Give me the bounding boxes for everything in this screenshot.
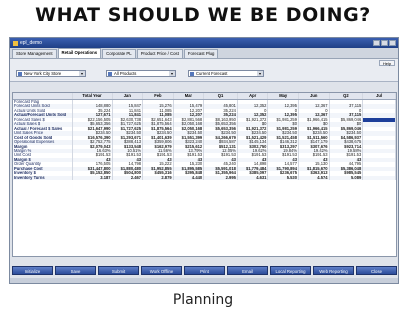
submit-button[interactable]: Submit (98, 265, 139, 275)
web-reporting-button[interactable]: Web Reporting (313, 265, 354, 275)
window-title: epl_demo (20, 40, 42, 46)
table-cell[interactable]: 2.879 (142, 175, 174, 181)
tab-strip: Store Management Retail Operations Corpora… (10, 48, 398, 59)
close-icon[interactable] (389, 40, 396, 46)
forecast-select-value: Current Forecast (196, 71, 228, 76)
save-button[interactable]: Save (55, 265, 96, 275)
row-label: Inventory Turns (13, 175, 73, 181)
help-button[interactable]: Help (379, 60, 395, 66)
bottom-toolbar: Initialize Save Submit Work Offline Print Ema… (12, 264, 397, 276)
slide-headline: WHAT SHOULD WE BE DOING? (35, 4, 371, 26)
window-titlebar: epl_demo (10, 38, 398, 48)
window-controls (373, 40, 398, 46)
tab-store-management[interactable]: Store Management (12, 49, 57, 58)
app-window: epl_demo Store Management Retail Operatio… (9, 37, 399, 284)
products-select-value: All Products (114, 71, 137, 76)
table-cell[interactable]: 4.440 (173, 175, 205, 181)
forecast-icon (190, 72, 194, 76)
minimize-icon[interactable] (373, 40, 380, 46)
table-cell[interactable]: 3.187 (72, 175, 113, 181)
email-button[interactable]: Email (227, 265, 268, 275)
chevron-down-icon[interactable]: ▾ (169, 71, 175, 76)
data-grid: Total Year Jan Feb Mar Q1 Apr May Jun Q2 Jul Fore… (12, 92, 397, 257)
chevron-down-icon[interactable]: ▾ (79, 71, 85, 76)
store-select[interactable]: New York City Store ▾ (16, 70, 86, 77)
sub-toolbar: Help (10, 59, 398, 67)
tab-product-price-cost[interactable]: Product Price / Cost (136, 49, 183, 58)
products-select[interactable]: All Products ▾ (106, 70, 176, 77)
products-icon (108, 72, 112, 76)
table-cell[interactable]: 2.995 (203, 175, 238, 181)
print-button[interactable]: Print (184, 265, 225, 275)
table-row: Inventory Turns 3.187 2.467 2.879 4.440 2.995… (13, 175, 396, 181)
store-select-value: New York City Store (24, 71, 62, 76)
close-button[interactable]: Close (356, 265, 397, 275)
status-bar (10, 278, 398, 283)
app-icon (13, 40, 18, 46)
tab-forecast-plug[interactable]: Forecast Plug (183, 49, 219, 58)
slide-caption: Planning (172, 292, 234, 308)
maximize-icon[interactable] (381, 40, 388, 46)
local-reporting-button[interactable]: Local Reporting (270, 265, 311, 275)
initialize-button[interactable]: Initialize (12, 265, 53, 275)
tab-corporate-pl[interactable]: Corporate PL (102, 49, 136, 58)
tab-retail-operations[interactable]: Retail Operations (57, 48, 102, 58)
filter-bar: New York City Store ▾ All Products ▾ Cur… (10, 67, 398, 82)
table-cell[interactable]: 5.530 (267, 175, 299, 181)
table-cell[interactable] (362, 175, 396, 181)
plan-table: Total Year Jan Feb Mar Q1 Apr May Jun Q2 Jul Fore… (13, 93, 396, 181)
table-cell[interactable]: 4.631 (237, 175, 269, 181)
work-offline-button[interactable]: Work Offline (141, 265, 182, 275)
forecast-select[interactable]: Current Forecast ▾ (188, 70, 264, 77)
table-cell[interactable]: 5.089 (329, 175, 364, 181)
chevron-down-icon[interactable]: ▾ (257, 71, 263, 76)
store-icon (18, 72, 22, 76)
table-cell[interactable]: 2.467 (112, 175, 144, 181)
table-cell[interactable]: 4.574 (298, 175, 330, 181)
